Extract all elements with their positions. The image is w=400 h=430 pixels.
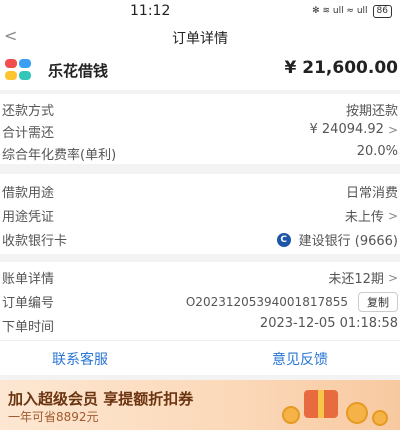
status-time: 11:12 xyxy=(130,3,171,19)
order-number-value: O20231205394001817855 xyxy=(185,295,348,309)
order-number-label: 订单编号 xyxy=(2,296,55,311)
bank-card-value: 建设银行 (9666) xyxy=(298,234,398,249)
loan-info-card: 借款用途 日常消费 用途凭证 未上传 > 收款银行卡 C 建设银行 (9666) xyxy=(0,174,400,254)
banner-title: 加入超级会员 享提额折扣券 xyxy=(8,390,194,408)
loan-amount: ¥ 21,600.00 xyxy=(284,58,398,78)
coin-icon xyxy=(346,402,368,424)
order-time-value: 2023-12-05 01:18:58 xyxy=(259,316,398,331)
ccb-bank-icon: C xyxy=(276,232,291,247)
order-number-row: 订单编号 O20231205394001817855 复制 xyxy=(0,290,400,312)
contact-service-link[interactable]: 联系客服 xyxy=(52,349,108,369)
status-bar: 11:12 ✻ ≋ ull ≈ ull 86 xyxy=(0,0,400,22)
bank-card-row: 收款银行卡 C 建设银行 (9666) xyxy=(0,228,400,250)
signal-icons: ✻ ≋ ull ≈ ull xyxy=(312,6,368,16)
order-info-card: 账单详情 未还12期 > 订单编号 O20231205394001817855 … xyxy=(0,262,400,340)
feedback-link[interactable]: 意见反馈 xyxy=(272,349,328,369)
battery-icon: 86 xyxy=(372,4,392,18)
repayment-card: 还款方式 按期还款 合计需还 ¥ 24094.92 > 综合年化费率(单利) 2… xyxy=(0,94,400,164)
total-due-value: ¥ 24094.92 xyxy=(309,122,384,137)
purpose-proof-row[interactable]: 用途凭证 未上传 > xyxy=(0,204,400,226)
loan-purpose-value: 日常消费 xyxy=(345,186,398,201)
loan-purpose-row: 借款用途 日常消费 xyxy=(0,180,400,202)
bank-card-label: 收款银行卡 xyxy=(2,234,68,249)
brand-name: 乐花借钱 xyxy=(48,62,109,80)
repay-method-row: 还款方式 按期还款 xyxy=(0,98,400,120)
purpose-proof-value: 未上传 xyxy=(344,210,384,225)
chevron-right-icon: > xyxy=(387,270,398,285)
bill-detail-label: 账单详情 xyxy=(2,272,55,287)
repay-method-value: 按期还款 xyxy=(345,104,398,119)
annual-rate-row: 综合年化费率(单利) 20.0% xyxy=(0,142,400,164)
loan-header: 乐花借钱 ¥ 21,600.00 xyxy=(0,50,400,90)
total-due-row[interactable]: 合计需还 ¥ 24094.92 > xyxy=(0,120,400,142)
page-title: 订单详情 xyxy=(172,31,228,47)
action-bar: 联系客服 意见反馈 xyxy=(0,340,400,375)
app-logo-icon xyxy=(5,59,35,81)
order-time-label: 下单时间 xyxy=(2,320,55,335)
coin-icon xyxy=(282,406,300,424)
bill-detail-value: 未还12期 xyxy=(328,272,384,287)
nav-bar: < 订单详情 xyxy=(0,22,400,50)
annual-rate-label: 综合年化费率(单利) xyxy=(2,148,117,163)
annual-rate-value: 20.0% xyxy=(356,144,398,159)
coin-icon xyxy=(372,410,388,426)
purpose-proof-label: 用途凭证 xyxy=(2,210,55,225)
copy-button[interactable]: 复制 xyxy=(358,292,398,312)
loan-purpose-label: 借款用途 xyxy=(2,186,55,201)
membership-banner[interactable]: 加入超级会员 享提额折扣券 一年可省8892元 xyxy=(0,380,400,430)
order-time-row: 下单时间 2023-12-05 01:18:58 xyxy=(0,314,400,336)
repay-method-label: 还款方式 xyxy=(2,104,55,119)
bill-detail-row[interactable]: 账单详情 未还12期 > xyxy=(0,266,400,288)
chevron-right-icon: > xyxy=(387,208,398,223)
chevron-right-icon: > xyxy=(387,122,398,137)
banner-subtitle: 一年可省8892元 xyxy=(8,410,99,424)
total-due-label: 合计需还 xyxy=(2,126,55,141)
status-icons: ✻ ≋ ull ≈ ull 86 xyxy=(312,4,392,18)
gift-ribbon-icon xyxy=(318,390,324,418)
